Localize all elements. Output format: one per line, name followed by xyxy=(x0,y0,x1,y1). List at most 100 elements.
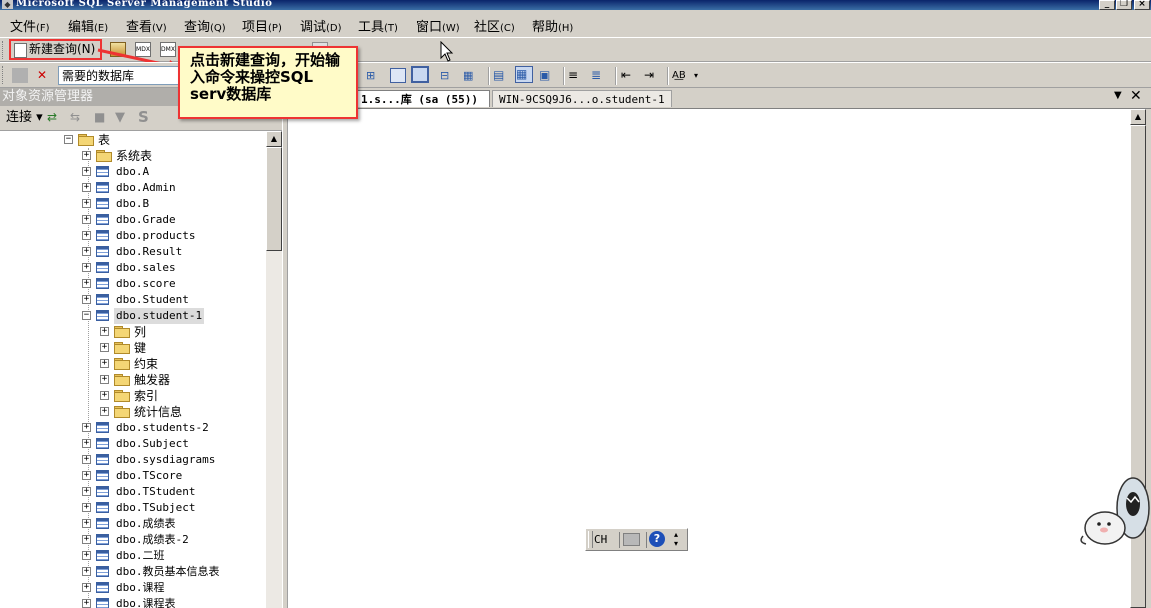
tree-table-item[interactable]: + dbo.二班 xyxy=(0,548,266,564)
expand-icon[interactable]: + xyxy=(100,407,109,416)
tab-query-editor[interactable]: 1.s...库 (sa (55)) xyxy=(354,90,490,107)
menu-project[interactable]: 项目(P) xyxy=(242,16,282,35)
scroll-up-icon[interactable]: ▲ xyxy=(266,131,282,147)
langbar-options-icon[interactable]: ▴ ▾ xyxy=(674,530,678,548)
expand-icon[interactable]: + xyxy=(82,423,91,432)
toolbar-overflow-icon[interactable]: ▾ xyxy=(694,71,698,80)
toolbar-grip-2[interactable] xyxy=(2,66,6,84)
tree-table-item[interactable]: + dbo.课程 xyxy=(0,580,266,596)
menu-query[interactable]: 查询(Q) xyxy=(184,16,226,35)
results-to-file-icon[interactable]: ▣ xyxy=(539,68,555,83)
tree-folder-item[interactable]: + 触发器 xyxy=(0,372,266,388)
tree-table-item[interactable]: + dbo.products xyxy=(0,228,266,244)
expand-icon[interactable]: + xyxy=(82,471,91,480)
expand-icon[interactable]: + xyxy=(82,183,91,192)
display-estimated-plan-icon[interactable]: ⊞ xyxy=(366,68,382,83)
expand-icon[interactable]: + xyxy=(100,375,109,384)
collapse-icon[interactable]: − xyxy=(82,311,91,320)
tree-folder-item[interactable]: − 表 xyxy=(0,132,266,148)
expand-icon[interactable]: + xyxy=(82,567,91,576)
oe-connect-icon[interactable]: ⇄ xyxy=(47,110,63,125)
expand-icon[interactable]: + xyxy=(82,455,91,464)
tree-folder-item[interactable]: + 系统表 xyxy=(0,148,266,164)
tree-table-item[interactable]: + dbo.Admin xyxy=(0,180,266,196)
tree-table-item[interactable]: + dbo.Student xyxy=(0,292,266,308)
expand-icon[interactable]: + xyxy=(82,519,91,528)
tree-table-item[interactable]: + dbo.sales xyxy=(0,260,266,276)
tab-table-student-1[interactable]: WIN-9CSQ9J6...o.student-1 xyxy=(492,90,672,107)
expand-icon[interactable]: + xyxy=(82,551,91,560)
oe-stop-icon[interactable]: ■ xyxy=(94,110,110,125)
tree-table-item[interactable]: + dbo.sysdiagrams xyxy=(0,452,266,468)
help-icon[interactable]: ? xyxy=(649,531,665,547)
collapse-icon[interactable]: − xyxy=(64,135,73,144)
scroll-thumb[interactable] xyxy=(266,147,282,251)
menu-tools[interactable]: 工具(T) xyxy=(358,16,398,35)
results-to-grid-icon[interactable]: ▦ xyxy=(515,66,533,83)
expand-icon[interactable]: + xyxy=(82,599,91,608)
editor-scroll-up-icon[interactable]: ▲ xyxy=(1130,109,1146,125)
menu-view[interactable]: 查看(V) xyxy=(126,16,167,35)
tree-folder-item[interactable]: + 索引 xyxy=(0,388,266,404)
tree-table-item[interactable]: − dbo.student-1 xyxy=(0,308,266,324)
specify-values-icon[interactable]: A͟B xyxy=(672,68,688,83)
menu-community[interactable]: 社区(C) xyxy=(474,16,515,35)
expand-icon[interactable]: + xyxy=(82,487,91,496)
tree-table-item[interactable]: + dbo.Grade xyxy=(0,212,266,228)
disconnect-icon[interactable]: ✕ xyxy=(34,68,50,83)
tree-table-item[interactable]: + dbo.B xyxy=(0,196,266,212)
input-language[interactable]: CH xyxy=(594,532,607,548)
expand-icon[interactable]: + xyxy=(82,439,91,448)
tree-folder-item[interactable]: + 统计信息 xyxy=(0,404,266,420)
refresh-icon[interactable]: S xyxy=(138,109,154,125)
tree-folder-item[interactable]: + 键 xyxy=(0,340,266,356)
expand-icon[interactable]: + xyxy=(82,215,91,224)
minimize-button[interactable]: _ xyxy=(1099,0,1115,10)
expand-icon[interactable]: + xyxy=(82,503,91,512)
tree-table-item[interactable]: + dbo.A xyxy=(0,164,266,180)
database-selector[interactable]: 需要的数据库 xyxy=(58,66,180,85)
restore-button[interactable]: ❐ xyxy=(1116,0,1132,10)
tree-folder-item[interactable]: + 约束 xyxy=(0,356,266,372)
tree-table-item[interactable]: + dbo.教员基本信息表 xyxy=(0,564,266,580)
tree-table-item[interactable]: + dbo.TScore xyxy=(0,468,266,484)
oe-disconnect-icon[interactable]: ⇆ xyxy=(70,110,86,125)
tree-folder-item[interactable]: + 列 xyxy=(0,324,266,340)
expand-icon[interactable]: + xyxy=(100,359,109,368)
uncomment-icon[interactable]: ≣ xyxy=(591,68,607,83)
expand-icon[interactable]: + xyxy=(82,199,91,208)
expand-icon[interactable]: + xyxy=(82,583,91,592)
query-options-icon[interactable] xyxy=(390,68,406,83)
expand-icon[interactable]: + xyxy=(100,343,109,352)
expand-icon[interactable]: + xyxy=(82,279,91,288)
tree-scrollbar[interactable]: ▲ xyxy=(266,131,282,608)
tree-table-item[interactable]: + dbo.成绩表 xyxy=(0,516,266,532)
tree-table-item[interactable]: + dbo.students-2 xyxy=(0,420,266,436)
intellisense-icon[interactable] xyxy=(411,66,429,83)
tree-table-item[interactable]: + dbo.成绩表-2 xyxy=(0,532,266,548)
tree-table-item[interactable]: + dbo.课程表 xyxy=(0,596,266,608)
decrease-indent-icon[interactable]: ⇤ xyxy=(621,68,637,83)
menu-debug[interactable]: 调试(D) xyxy=(300,16,342,35)
langbar-grip[interactable] xyxy=(588,531,593,548)
tab-list-dropdown-icon[interactable]: ▼ xyxy=(1114,90,1122,101)
tree-table-item[interactable]: + dbo.TSubject xyxy=(0,500,266,516)
menu-help[interactable]: 帮助(H) xyxy=(532,16,573,35)
close-window-button[interactable]: × xyxy=(1134,0,1150,10)
expand-icon[interactable]: + xyxy=(82,231,91,240)
client-statistics-icon[interactable]: ▦ xyxy=(463,68,479,83)
menu-edit[interactable]: 编辑(E) xyxy=(68,16,108,35)
expand-icon[interactable]: + xyxy=(82,263,91,272)
tree-table-item[interactable]: + dbo.Result xyxy=(0,244,266,260)
expand-icon[interactable]: + xyxy=(82,247,91,256)
expand-icon[interactable]: + xyxy=(82,535,91,544)
query-editor[interactable] xyxy=(307,109,1130,608)
connect-icon[interactable] xyxy=(12,68,28,83)
expand-icon[interactable]: + xyxy=(100,327,109,336)
results-to-text-icon[interactable]: ▤ xyxy=(493,68,509,83)
menu-file[interactable]: 文件(F) xyxy=(10,16,50,35)
tree-table-item[interactable]: + dbo.score xyxy=(0,276,266,292)
tree-table-item[interactable]: + dbo.TStudent xyxy=(0,484,266,500)
increase-indent-icon[interactable]: ⇥ xyxy=(644,68,660,83)
new-query-button[interactable]: 新建查询(N) xyxy=(9,39,102,60)
